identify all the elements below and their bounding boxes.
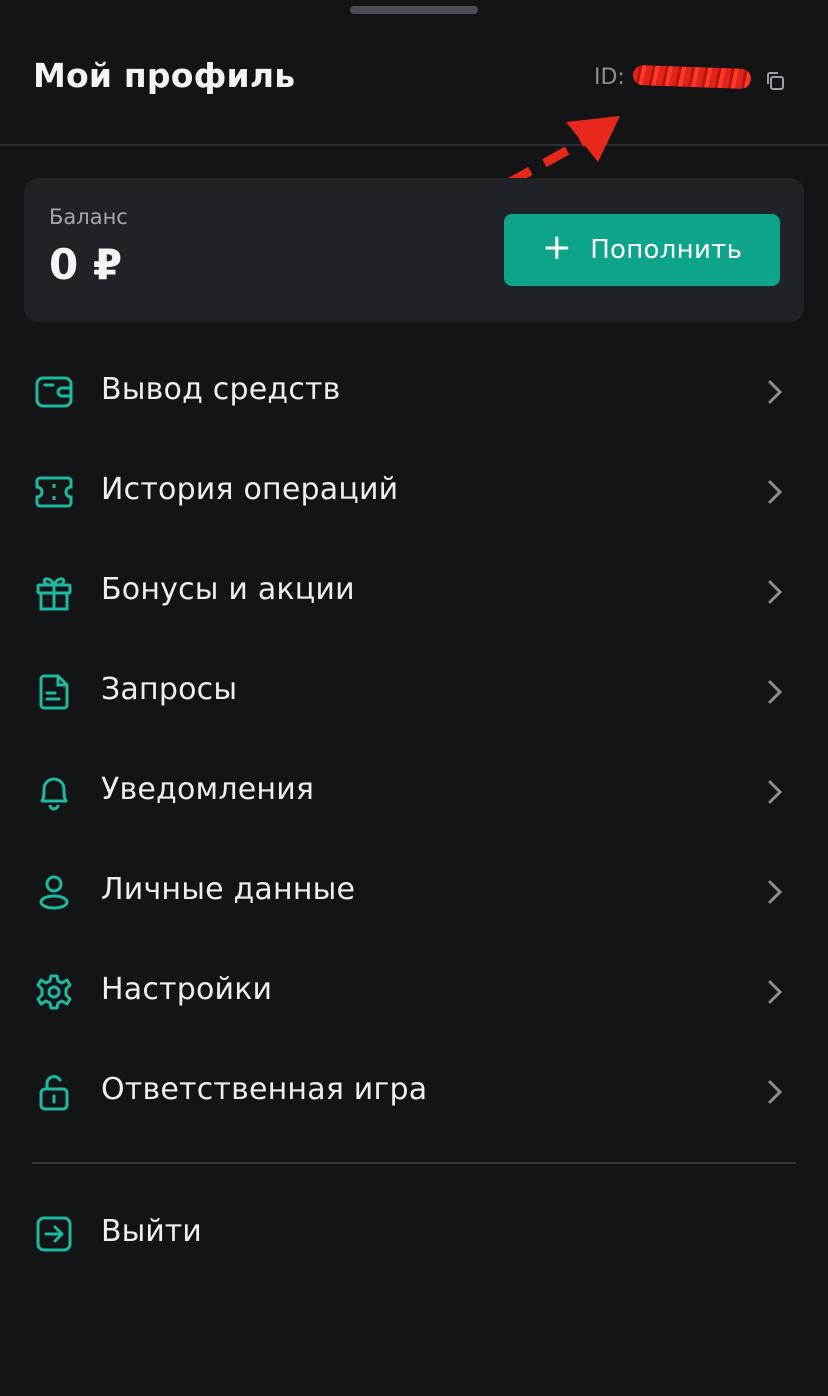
gift-icon <box>36 577 72 611</box>
topup-button-label: Пополнить <box>590 235 743 265</box>
profile-menu: Вывод средств История операций Бонусы и … <box>0 342 828 1142</box>
menu-item-label: Запросы <box>101 672 238 707</box>
divider <box>32 1162 796 1164</box>
chevron-right-icon <box>768 780 783 804</box>
gear-icon <box>36 974 72 1010</box>
bell-icon <box>40 777 68 811</box>
balance-card: Баланс 0 ₽ + Пополнить <box>24 178 804 322</box>
menu-item-settings[interactable]: Настройки <box>0 942 828 1042</box>
copy-icon[interactable] <box>764 70 786 92</box>
chevron-right-icon <box>768 480 783 504</box>
menu-item-label: Вывод средств <box>101 372 341 407</box>
chevron-right-icon <box>768 380 783 404</box>
balance-value: 0 ₽ <box>49 240 123 289</box>
menu-item-label: Бонусы и акции <box>101 572 355 607</box>
menu-item-label: Настройки <box>101 972 273 1007</box>
document-icon <box>39 674 69 710</box>
menu-item-label: Личные данные <box>101 872 356 907</box>
menu-item-label: Уведомления <box>101 772 315 807</box>
logout-icon <box>36 1216 72 1252</box>
wallet-icon <box>35 376 73 408</box>
user-id: ID: <box>594 64 752 90</box>
menu-item-requests[interactable]: Запросы <box>0 642 828 742</box>
chevron-right-icon <box>768 680 783 704</box>
menu-item-personal-data[interactable]: Личные данные <box>0 842 828 942</box>
chevron-right-icon <box>768 980 783 1004</box>
header: Мой профиль ID: <box>0 0 828 146</box>
chevron-right-icon <box>768 880 783 904</box>
menu-item-history[interactable]: История операций <box>0 442 828 542</box>
plus-icon: + <box>541 227 573 268</box>
lock-open-icon <box>39 1075 69 1111</box>
logout-label: Выйти <box>101 1214 202 1249</box>
menu-item-label: История операций <box>101 472 399 507</box>
user-icon <box>39 875 69 910</box>
menu-item-label: Ответственная игра <box>101 1072 428 1107</box>
user-id-label: ID: <box>594 64 625 90</box>
menu-item-bonuses[interactable]: Бонусы и акции <box>0 542 828 642</box>
page-title: Мой профиль <box>33 56 296 95</box>
chevron-right-icon <box>768 580 783 604</box>
ticket-icon <box>35 476 73 508</box>
menu-item-responsible-gaming[interactable]: Ответственная игра <box>0 1042 828 1142</box>
chevron-right-icon <box>768 1080 783 1104</box>
menu-item-notifications[interactable]: Уведомления <box>0 742 828 842</box>
topup-button[interactable]: + Пополнить <box>504 214 780 286</box>
logout-button[interactable]: Выйти <box>0 1182 828 1282</box>
balance-label: Баланс <box>49 205 128 229</box>
user-id-value-redacted <box>627 64 752 90</box>
menu-item-withdraw[interactable]: Вывод средств <box>0 342 828 442</box>
